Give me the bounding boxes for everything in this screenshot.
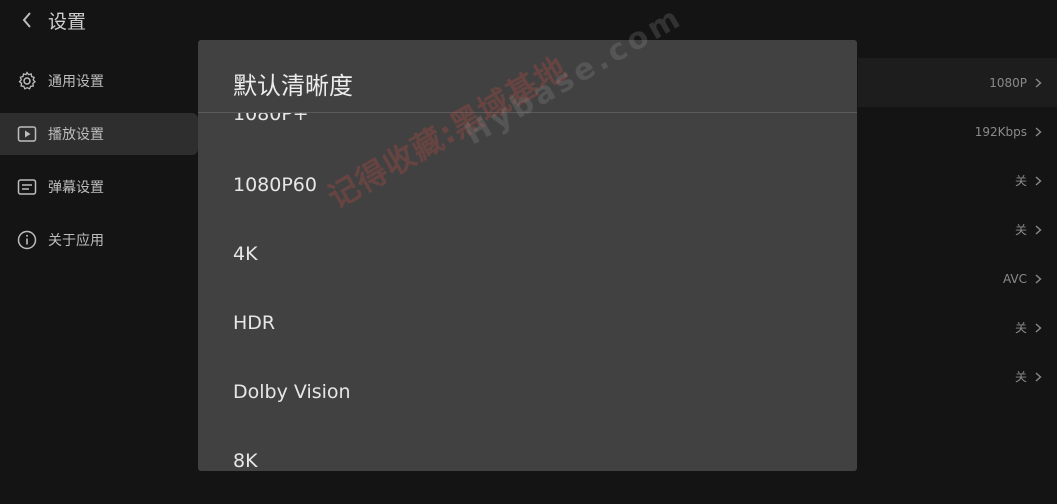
setting-row[interactable]: 关 <box>858 205 1057 254</box>
setting-row[interactable]: 关 <box>858 352 1057 401</box>
info-icon <box>16 229 38 251</box>
chevron-right-icon <box>1035 273 1043 284</box>
sidebar-item-general[interactable]: 通用设置 <box>0 60 198 102</box>
option-dolby-vision[interactable]: Dolby Vision <box>233 381 351 403</box>
sidebar-item-label: 播放设置 <box>48 127 104 143</box>
resolution-options-list[interactable]: 1080P+ 1080P60 4K HDR Dolby Vision 8K <box>198 113 857 471</box>
danmaku-icon <box>16 176 38 198</box>
option-8k[interactable]: 8K <box>233 450 258 471</box>
chevron-right-icon <box>1035 175 1043 186</box>
chevron-right-icon <box>1035 126 1043 137</box>
chevron-right-icon <box>1035 77 1043 88</box>
gear-icon <box>16 70 38 92</box>
settings-screen: 设置 通用设置 播放设置 弹幕设置 关于应用 1080P 192Kbps 关 关… <box>0 0 1057 504</box>
sidebar-item-label: 关于应用 <box>48 233 104 249</box>
setting-value: 关 <box>1014 223 1027 237</box>
chevron-right-icon <box>1035 322 1043 333</box>
page-title: 设置 <box>48 11 87 33</box>
option-4k[interactable]: 4K <box>233 243 258 265</box>
back-button[interactable] <box>16 8 38 32</box>
setting-value: AVC <box>1002 271 1027 286</box>
setting-row-audio-quality[interactable]: 192Kbps <box>858 107 1057 156</box>
dialog-title: 默认清晰度 <box>233 72 353 100</box>
option-1080p-plus[interactable]: 1080P+ <box>233 113 309 125</box>
sidebar-item-label: 弹幕设置 <box>48 180 104 196</box>
setting-row[interactable]: 关 <box>858 156 1057 205</box>
chevron-right-icon <box>1035 224 1043 235</box>
sidebar-item-danmaku[interactable]: 弹幕设置 <box>0 166 198 208</box>
setting-value: 1080P <box>989 75 1027 90</box>
sidebar-item-about[interactable]: 关于应用 <box>0 219 198 261</box>
setting-row-resolution[interactable]: 1080P <box>858 58 1057 107</box>
setting-row[interactable]: 关 <box>858 303 1057 352</box>
resolution-dialog: 默认清晰度 1080P+ 1080P60 4K HDR Dolby Vision… <box>198 40 857 471</box>
setting-row-codec[interactable]: AVC <box>858 254 1057 303</box>
chevron-right-icon <box>1035 371 1043 382</box>
sidebar: 通用设置 播放设置 弹幕设置 关于应用 <box>0 60 198 272</box>
setting-value: 关 <box>1014 321 1027 335</box>
setting-value: 关 <box>1014 174 1027 188</box>
setting-value: 192Kbps <box>974 124 1027 139</box>
chevron-left-icon <box>22 12 31 28</box>
setting-value: 关 <box>1014 370 1027 384</box>
sidebar-item-label: 通用设置 <box>48 74 104 90</box>
option-1080p60[interactable]: 1080P60 <box>233 174 317 196</box>
play-icon <box>16 123 38 145</box>
option-hdr[interactable]: HDR <box>233 312 275 334</box>
settings-list: 1080P 192Kbps 关 关 AVC 关 关 <box>858 58 1057 401</box>
sidebar-item-playback[interactable]: 播放设置 <box>0 113 198 155</box>
